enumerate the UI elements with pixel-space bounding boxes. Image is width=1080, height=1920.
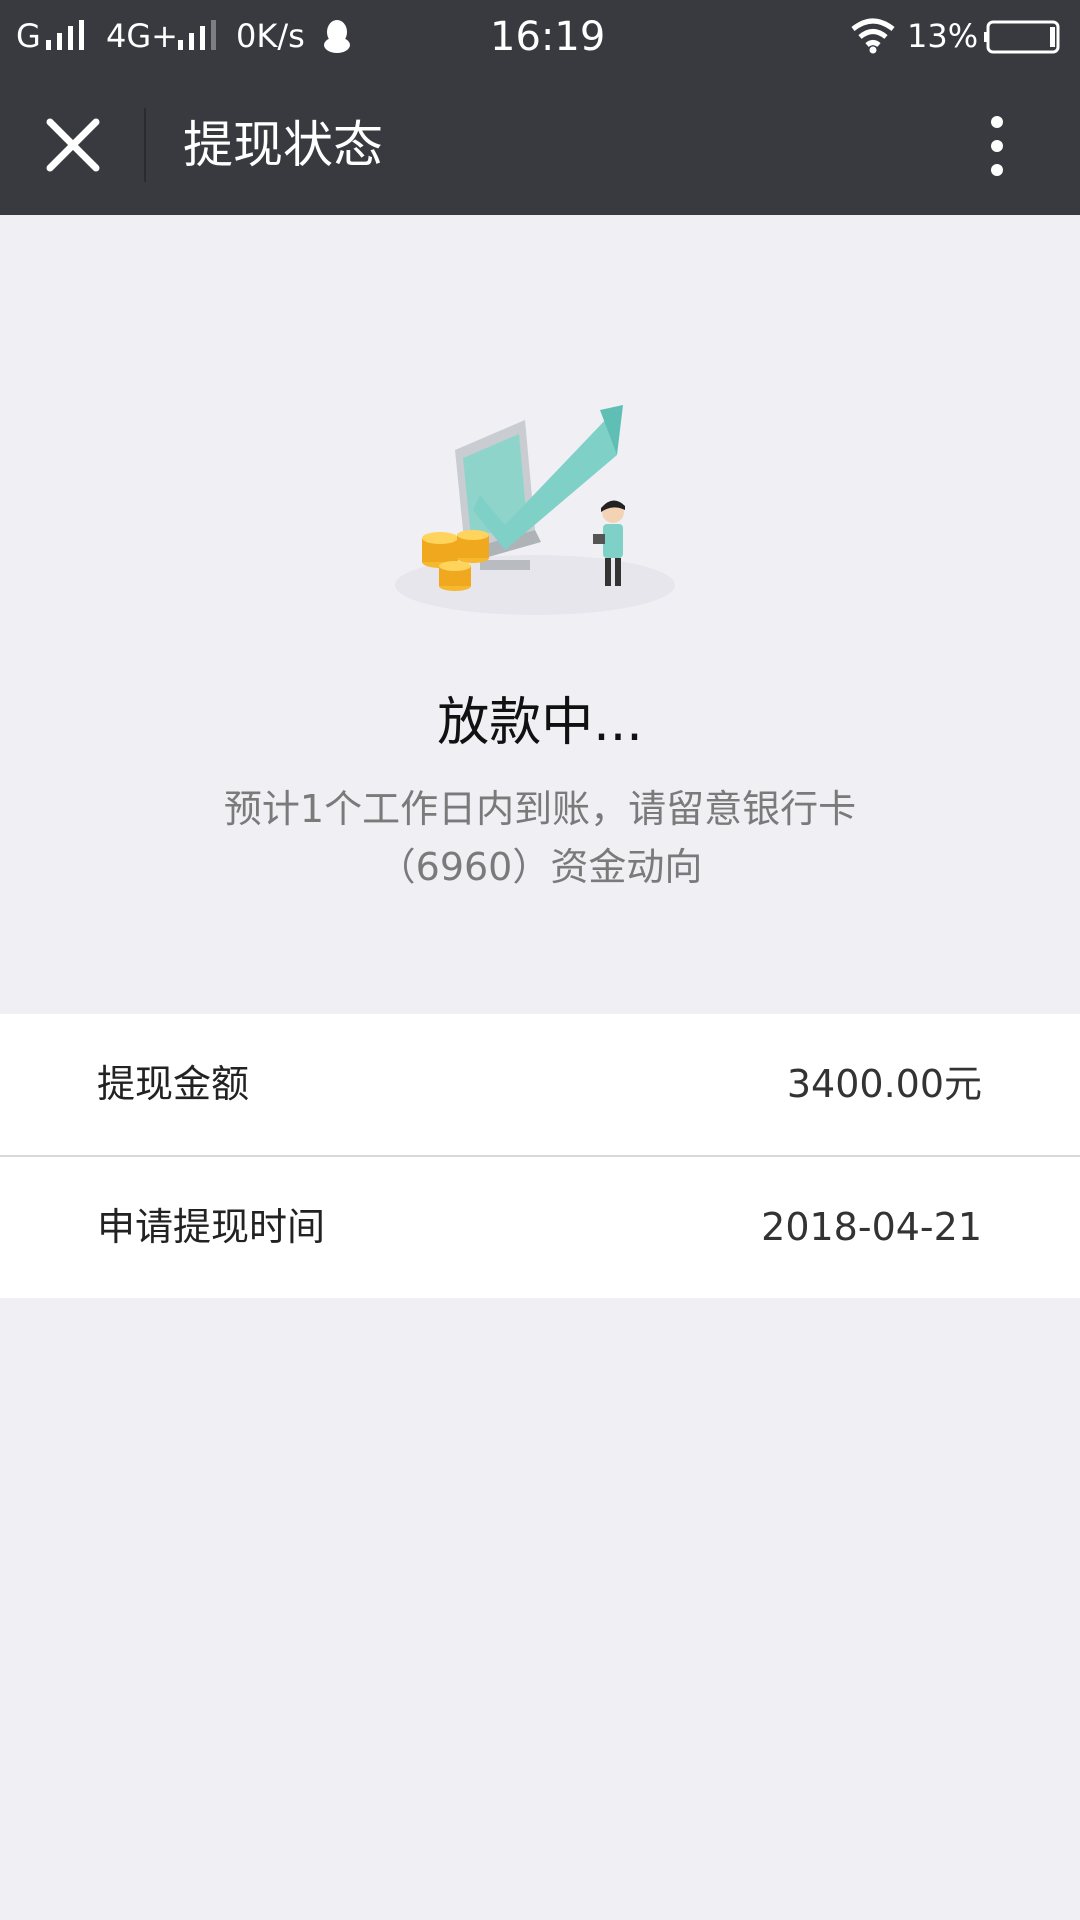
network-type-label: 4G+ — [106, 17, 178, 55]
status-description-line: 预计1个工作日内到账，请留意银行卡 — [223, 787, 857, 831]
network-speed: 0K/s — [236, 17, 305, 55]
amount-label: 提现金额 — [97, 1062, 250, 1106]
detail-list: 提现金额 3400.00元 申请提现时间 2018-04-21 — [0, 1014, 1080, 1298]
page-title: 提现状态 — [183, 116, 383, 174]
apply-time-value: 2018-04-21 — [761, 1205, 982, 1249]
withdrawal-illustration — [395, 405, 675, 615]
carrier-label: G — [16, 17, 41, 55]
signal-icon — [46, 20, 92, 50]
status-title: 放款中... — [437, 693, 643, 753]
status-description: 预计1个工作日内到账，请留意银行卡 （6960）资金动向 — [140, 780, 940, 896]
status-description-line: （6960）资金动向 — [377, 845, 703, 889]
qq-icon — [324, 20, 350, 53]
signal-icon — [178, 20, 224, 50]
close-icon — [46, 118, 100, 172]
status-bar: G 4G+ 0K/s 16:19 13% — [0, 0, 1080, 75]
nav-bar: 提现状态 — [0, 75, 1080, 215]
battery-percent: 13% — [907, 17, 979, 55]
detail-row-apply-time: 申请提现时间 2018-04-21 — [0, 1155, 1080, 1298]
amount-value: 3400.00元 — [786, 1062, 982, 1106]
battery-icon — [984, 20, 1060, 54]
close-button[interactable] — [40, 110, 106, 180]
wifi-icon — [851, 18, 895, 54]
detail-row-amount: 提现金额 3400.00元 — [0, 1014, 1080, 1155]
clock: 16:19 — [490, 14, 606, 60]
nav-divider — [144, 108, 146, 182]
apply-time-label: 申请提现时间 — [97, 1205, 326, 1249]
more-options-button[interactable] — [975, 105, 1019, 185]
more-vertical-icon — [991, 116, 1003, 128]
